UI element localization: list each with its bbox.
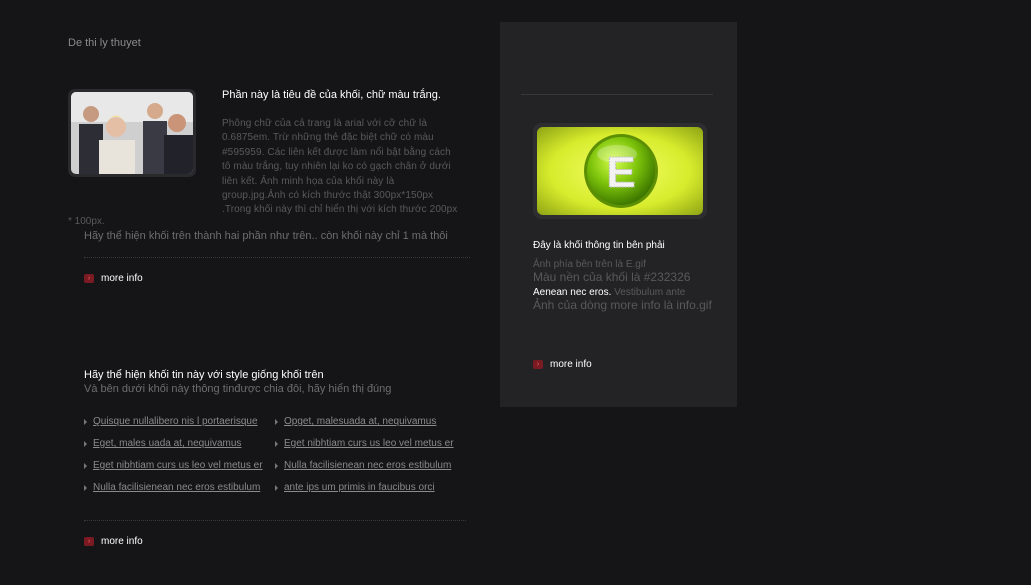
- info-icon: ›: [84, 274, 94, 283]
- list-item: ante ips um primis in faucibus orci: [275, 482, 466, 493]
- panel-text: Ảnh của dòng more info là info.gif: [533, 298, 712, 312]
- list-link[interactable]: ante ips um primis in faucibus orci: [284, 482, 435, 493]
- block-body-line: group.jpg.Ảnh có kích thước thật 300px*1…: [222, 190, 434, 202]
- arrow-right-icon: [84, 484, 87, 491]
- block-body-line: Phông chữ của cả trang là arial với cỡ c…: [222, 118, 427, 129]
- divider: [84, 257, 470, 258]
- panel-gray-text: Vestibulum ante: [611, 287, 686, 298]
- list-link[interactable]: Eget nibhtiam curs us leo vel metus er: [93, 460, 263, 471]
- arrow-right-icon: [275, 440, 278, 447]
- e-logo-frame: E: [533, 123, 707, 219]
- group-photo: [68, 89, 196, 177]
- list-item: Quisque nullalibero nis l portaerisque: [84, 416, 275, 427]
- list-link[interactable]: Eget, males uada at, nequivamus: [93, 438, 241, 449]
- panel-text: Ảnh phía bên trên là E.gif: [533, 259, 646, 270]
- page-title: De thi ly thuyet: [68, 37, 141, 49]
- list-item: Nulla facilisienean nec eros estibulum: [84, 482, 275, 493]
- arrow-right-icon: [84, 462, 87, 469]
- more-info-label: more info: [550, 359, 592, 370]
- block-body-line: tô màu trắng, tuy nhiên lại ko có gạch c…: [222, 161, 451, 173]
- info-icon: ›: [84, 537, 94, 546]
- divider: [84, 520, 466, 521]
- arrow-right-icon: [275, 462, 278, 469]
- arrow-right-icon: [275, 484, 278, 491]
- list-item: Opget, malesuada at, nequivamus: [275, 416, 466, 427]
- arrow-right-icon: [84, 440, 87, 447]
- more-info-link[interactable]: › more info: [533, 359, 592, 370]
- panel-text: Màu nền của khối là #232326: [533, 270, 691, 284]
- right-panel: E Đây là khối thông tin bên phải Ảnh phí…: [500, 22, 737, 407]
- block-title: Phần này là tiêu đề của khối, chữ màu tr…: [222, 89, 441, 101]
- list-link[interactable]: Nulla facilisienean nec eros estibulum: [284, 460, 451, 471]
- panel-bold-text: Aenean nec eros.: [533, 287, 612, 298]
- block-body-line: liên kết. Ảnh minh họa của khối này là: [222, 175, 395, 187]
- more-info-label: more info: [101, 536, 143, 547]
- list-link[interactable]: Eget nibhtiam curs us leo vel metus er: [284, 438, 454, 449]
- block-body: Phông chữ của cả trang là arial với cỡ c…: [222, 117, 472, 218]
- link-list: Quisque nullalibero nis l portaerisque O…: [84, 416, 466, 493]
- more-info-label: more info: [101, 273, 143, 284]
- panel-divider: [521, 94, 713, 95]
- list-link[interactable]: Opget, malesuada at, nequivamus: [284, 416, 436, 427]
- list-item: Eget nibhtiam curs us leo vel metus er: [84, 460, 275, 471]
- arrow-right-icon: [275, 418, 278, 425]
- e-logo-icon: E: [537, 127, 703, 215]
- list-item: Nulla facilisienean nec eros estibulum: [275, 460, 466, 471]
- section-subtitle: Và bên dưới khối này thông tinđược chia …: [84, 383, 392, 395]
- e-logo-letter: E: [606, 148, 635, 197]
- arrow-right-icon: [84, 418, 87, 425]
- block-body-line: 0.6875em. Trừ những thẻ đặc biệt chữ có …: [222, 132, 434, 144]
- list-item: Eget nibhtiam curs us leo vel metus er: [275, 438, 466, 449]
- group-photo-image: [71, 92, 193, 174]
- section-title: Hãy thể hiện khối tin này với style giốn…: [84, 369, 324, 381]
- panel-text: Aenean nec eros. Vestibulum ante: [533, 287, 685, 298]
- more-info-link[interactable]: › more info: [84, 536, 143, 547]
- panel-title: Đây là khối thông tin bên phải: [533, 240, 665, 251]
- block-body-line: #595959. Các liên kết được làm nổi bật b…: [222, 146, 451, 158]
- list-link[interactable]: Nulla facilisienean nec eros estibulum: [93, 482, 260, 493]
- block-body-line: .Trong khối này thì chỉ hiển thị với kíc…: [222, 204, 458, 216]
- list-link[interactable]: Quisque nullalibero nis l portaerisque: [93, 416, 258, 427]
- block-body-tail: * 100px.: [68, 216, 105, 227]
- block-note: Hãy thể hiện khối trên thành hai phần nh…: [84, 230, 448, 242]
- more-info-link[interactable]: › more info: [84, 273, 143, 284]
- list-item: Eget, males uada at, nequivamus: [84, 438, 275, 449]
- info-icon: ›: [533, 360, 543, 369]
